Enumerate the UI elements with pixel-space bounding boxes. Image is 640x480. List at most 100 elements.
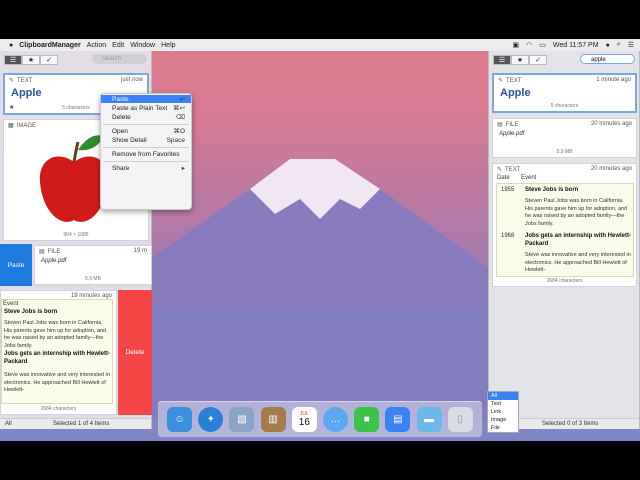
menu-item-show-detail[interactable]: Show Detail Space — [101, 136, 191, 144]
menu-separator — [103, 147, 189, 148]
filter-option-file[interactable]: File — [488, 424, 518, 432]
menu-separator — [103, 161, 189, 162]
star-icon[interactable]: ★ — [9, 104, 14, 111]
mountain-wallpaper — [150, 159, 490, 419]
clip-filename: Apple.pdf — [41, 258, 67, 264]
filter-option-link[interactable]: Link — [488, 408, 518, 416]
preview-icon[interactable]: ▧ — [229, 407, 255, 432]
menu-action[interactable]: Action — [87, 42, 106, 49]
menu-item-paste[interactable]: Paste ↩ — [101, 95, 191, 103]
event-title: Jobs gets an internship with Hewlett-Pac… — [4, 351, 111, 365]
clip-type: FILE — [47, 248, 61, 255]
menu-bar: ● ClipboardManager Action Edit Window He… — [0, 39, 640, 51]
clip-type: TEXT — [506, 77, 522, 84]
apple-icon[interactable]: ● — [9, 42, 13, 49]
desktop: ● ClipboardManager Action Edit Window He… — [0, 39, 640, 441]
menu-item-share[interactable]: Share ▸ — [101, 164, 191, 173]
filter-option-image[interactable]: Image — [488, 416, 518, 424]
image-type-icon: ▦ — [8, 123, 14, 129]
clip-title: Apple — [11, 87, 42, 99]
clip-card-table[interactable]: ✎ TEXT 20 minutes ago Date Event 1955 Ste… — [492, 163, 637, 287]
event-title: Steve Jobs is born — [525, 187, 579, 193]
search-input[interactable]: Search — [92, 54, 147, 64]
event-text: Steven Paul Jobs was born in California.… — [4, 320, 107, 349]
battery-icon[interactable]: ▭ — [539, 41, 546, 49]
row-year: 1955 — [501, 187, 515, 193]
messages-icon[interactable]: … — [323, 407, 349, 432]
safari-icon[interactable]: ✦ — [198, 407, 224, 432]
menu-help[interactable]: Help — [161, 42, 175, 49]
text-type-icon: ✎ — [498, 78, 504, 84]
left-status-bar: All Selected 1 of 4 Items — [0, 418, 151, 429]
clip-card-file[interactable]: ▤ FILE 19 m Apple.pdf 5,9 MB — [34, 245, 152, 285]
text-type-icon: ✎ — [497, 167, 503, 173]
clip-type: TEXT — [505, 166, 521, 173]
filter-select[interactable]: All — [5, 421, 45, 427]
filter-option-all[interactable]: All — [488, 392, 518, 400]
col-header-date: Date — [497, 175, 510, 181]
favorites-tab-button[interactable]: ★ — [22, 54, 40, 65]
menu-item-paste-plain[interactable]: Paste as Plain Text ⌘↩ — [101, 104, 191, 113]
list-tab-button[interactable]: ☰ — [4, 54, 22, 65]
favorites-tab-button[interactable]: ★ — [511, 54, 529, 65]
clip-time: 20 minutes ago — [590, 166, 632, 172]
clip-type: TEXT — [17, 77, 33, 84]
menu-item-remove-favorites[interactable]: Remove from Favorites — [101, 150, 191, 158]
menu-item-open[interactable]: Open ⌘O — [101, 127, 191, 136]
user-icon[interactable]: ● — [606, 42, 610, 49]
list-tab-button[interactable]: ☰ — [493, 54, 511, 65]
paste-swipe-button[interactable]: Paste — [0, 244, 32, 286]
downloads-folder-icon[interactable]: ▬ — [416, 407, 442, 432]
filter-dropdown: All Text Link Image File — [487, 391, 519, 433]
menu-separator — [103, 124, 189, 125]
clip-time: 1 minute ago — [596, 77, 631, 83]
checked-tab-button[interactable]: ✓ — [529, 54, 547, 65]
checked-tab-button[interactable]: ✓ — [40, 54, 58, 65]
event-title: Steve Jobs is born — [4, 309, 58, 315]
clip-time: 20 minutes ago — [590, 121, 632, 127]
clip-time: 19 m — [133, 248, 147, 254]
col-header-event: Event — [521, 175, 537, 181]
filter-option-text[interactable]: Text — [488, 400, 518, 408]
wifi-icon[interactable]: ◠ — [526, 41, 532, 49]
left-toolbar: ☰ ★ ✓ Search — [0, 51, 151, 68]
clip-card-table[interactable]: 19 minutes ago Event Steve Jobs is born … — [0, 290, 117, 415]
clip-card-text[interactable]: ✎ TEXT 1 minute ago Apple 5 characters — [492, 73, 637, 113]
selection-status: Selected 1 of 4 Items — [53, 421, 110, 427]
menu-edit[interactable]: Edit — [112, 42, 124, 49]
clip-footer: 5,9 MB — [85, 276, 101, 282]
file-type-icon: ▤ — [39, 249, 45, 255]
clip-footer: 2684 characters — [546, 278, 583, 284]
clip-footer: 5,9 MB — [556, 149, 573, 155]
facetime-icon[interactable]: ■ — [354, 407, 380, 432]
right-clipboard-panel: ☰ ★ ✓ apple ✎ TEXT 1 minute ago Apple 5 c… — [488, 51, 640, 429]
menu-item-delete[interactable]: Delete ⌫ — [101, 113, 191, 122]
event-title: Jobs gets an internship with Hewlett-Pac… — [525, 233, 632, 247]
trash-icon[interactable]: ▯ — [447, 407, 473, 432]
clip-footer: 5 characters — [550, 103, 579, 109]
clip-card-file[interactable]: ▤ FILE 20 minutes ago Apple.pdf 5,9 MB — [492, 118, 637, 158]
menu-app-name[interactable]: ClipboardManager — [19, 42, 80, 49]
clipboard-status-icon[interactable]: ▣ — [513, 41, 520, 49]
dock: ☺ ✦ ▧ ▥ JUL 16 … ■ ▤ ▬ ▯ — [158, 401, 482, 437]
spotlight-icon[interactable]: ⌕ — [617, 41, 621, 49]
clip-time: just now — [120, 77, 143, 83]
menu-window[interactable]: Window — [130, 42, 155, 49]
finder-icon[interactable]: ☺ — [167, 407, 193, 432]
event-text: Steve was innovative and very interested… — [525, 252, 631, 273]
right-toolbar: ☰ ★ ✓ apple — [489, 51, 639, 68]
notes-book-icon[interactable]: ▥ — [260, 407, 286, 432]
clip-title: Apple — [500, 87, 531, 99]
delete-swipe-button[interactable]: Delete — [118, 290, 152, 415]
event-text: Steve was innovative and very interested… — [4, 372, 110, 393]
clip-type: FILE — [505, 121, 519, 128]
clip-type: IMAGE — [16, 122, 37, 129]
notification-icon[interactable]: ☰ — [628, 41, 634, 49]
row-year: 1968 — [501, 233, 515, 239]
clock[interactable]: Wed 11:57 PM — [553, 42, 599, 49]
clipboard-app-icon[interactable]: ▤ — [385, 407, 411, 432]
calendar-icon[interactable]: JUL 16 — [291, 407, 317, 432]
file-type-icon: ▤ — [497, 122, 503, 128]
search-input[interactable]: apple — [580, 54, 635, 64]
context-menu: Paste ↩ Paste as Plain Text ⌘↩ Delete ⌫ Ope… — [100, 93, 192, 210]
